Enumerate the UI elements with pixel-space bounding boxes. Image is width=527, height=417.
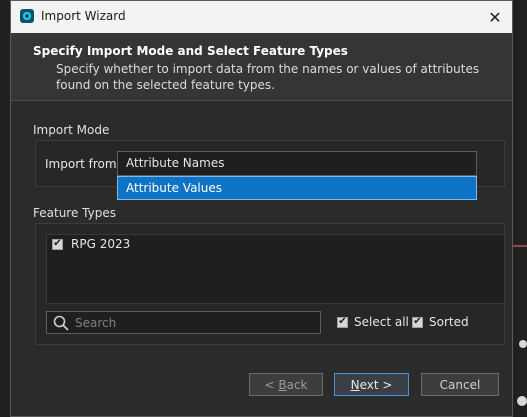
feature-type-label: RPG 2023: [71, 237, 131, 251]
close-button[interactable]: ✕: [478, 1, 512, 33]
checkbox-icon[interactable]: ✔: [337, 316, 348, 328]
list-item[interactable]: ✔ RPG 2023: [52, 237, 130, 251]
import-from-label: Import from: [45, 157, 117, 171]
close-icon: ✕: [488, 7, 502, 27]
wizard-header: Specify Import Mode and Select Feature T…: [11, 33, 512, 101]
search-box[interactable]: [46, 311, 321, 334]
background-handle-2: [517, 396, 527, 406]
sorted-label: Sorted: [429, 315, 469, 329]
page-description: Specify whether to import data from the …: [56, 62, 480, 92]
import-mode-label: Import Mode: [33, 123, 110, 137]
next-button[interactable]: Next >: [334, 373, 409, 396]
import-wizard-dialog: Import Wizard ✕ Specify Import Mode and …: [10, 0, 513, 417]
import-from-select[interactable]: Attribute Names: [117, 151, 477, 176]
window-title: Import Wizard: [41, 9, 126, 23]
back-button[interactable]: < Back: [249, 373, 323, 396]
checkbox-icon[interactable]: ✔: [412, 316, 423, 328]
feature-types-label: Feature Types: [33, 206, 116, 220]
title-bar: Import Wizard ✕: [11, 1, 512, 33]
next-rest: ext >: [359, 377, 393, 392]
checkbox-icon[interactable]: ✔: [52, 238, 63, 250]
cancel-button[interactable]: Cancel: [421, 373, 499, 396]
dropdown-option-attribute-values[interactable]: Attribute Values: [117, 176, 477, 200]
page-title: Specify Import Mode and Select Feature T…: [33, 44, 348, 58]
select-all-checkbox[interactable]: ✔ Select all: [337, 315, 409, 329]
feature-types-list[interactable]: ✔ RPG 2023: [46, 234, 505, 304]
background-handle: [519, 340, 527, 348]
app-icon: [20, 9, 34, 23]
search-icon: [53, 315, 69, 331]
back-mnemonic: B: [278, 377, 287, 392]
back-prefix: <: [264, 377, 279, 392]
select-all-label: Select all: [354, 315, 409, 329]
background-divider: [513, 245, 527, 247]
sorted-checkbox[interactable]: ✔ Sorted: [412, 315, 469, 329]
next-mnemonic: N: [350, 377, 360, 392]
back-rest: ack: [286, 377, 308, 392]
search-input[interactable]: [75, 312, 315, 333]
